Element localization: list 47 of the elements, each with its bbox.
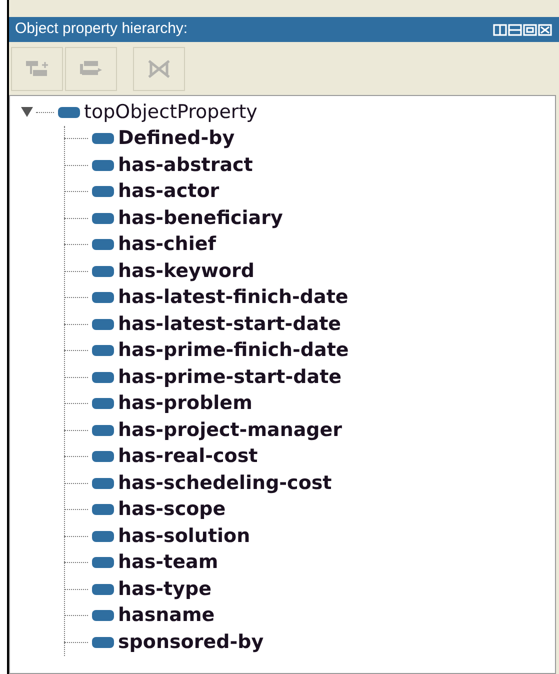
property-icon (92, 239, 114, 250)
property-icon (92, 292, 114, 304)
property-icon (92, 266, 114, 277)
property-icon (92, 318, 114, 330)
window-controls-icon[interactable] (493, 22, 553, 36)
property-label[interactable]: Defined-by (118, 129, 235, 148)
delete-icon (146, 58, 172, 80)
property-label[interactable]: has-chief (118, 235, 216, 254)
property-label[interactable]: has-prime-finich-date (118, 341, 349, 360)
property-label[interactable]: has-abstract (118, 156, 253, 175)
property-label[interactable]: has-latest-start-date (118, 314, 342, 334)
property-label[interactable]: has-keyword (118, 262, 255, 281)
property-icon (92, 133, 114, 144)
property-label[interactable]: has-scope (118, 500, 226, 520)
property-label[interactable]: has-real-cost (118, 447, 258, 466)
panel-title: Object property hierarchy: (15, 19, 189, 40)
property-icon (92, 398, 114, 410)
property-icon (92, 424, 114, 436)
property-icon (92, 610, 114, 622)
property-label[interactable]: has-team (118, 553, 218, 572)
property-label[interactable]: has-schedeling-cost (118, 474, 332, 493)
property-icon (92, 584, 114, 595)
property-label[interactable]: has-actor (118, 182, 220, 202)
property-icon (92, 636, 114, 648)
property-icon (92, 345, 114, 356)
property-icon (92, 557, 114, 568)
collapse-arrow-icon[interactable] (20, 106, 34, 118)
property-icon (92, 451, 114, 462)
property-label[interactable]: hasname (118, 606, 215, 626)
property-icon (92, 186, 114, 198)
property-label[interactable]: has-latest-finich-date (118, 288, 348, 308)
property-label[interactable]: has-problem (118, 394, 252, 414)
property-icon (92, 372, 114, 383)
property-label[interactable]: has-type (118, 580, 212, 599)
property-label[interactable]: sponsored-by (118, 632, 264, 652)
property-label[interactable]: has-project-manager (118, 420, 342, 440)
property-label[interactable]: has-beneficiary (118, 208, 283, 228)
property-icon (92, 504, 114, 516)
add-subproperty-icon (24, 58, 50, 78)
property-icon (92, 160, 114, 171)
property-label[interactable]: has-solution (118, 526, 250, 546)
property-icon (92, 478, 114, 489)
property-icon (58, 106, 80, 118)
property-label[interactable]: topObjectProperty (84, 102, 258, 122)
property-icon (92, 530, 114, 542)
property-label[interactable]: has-prime-start-date (118, 368, 342, 387)
property-icon (92, 212, 114, 224)
